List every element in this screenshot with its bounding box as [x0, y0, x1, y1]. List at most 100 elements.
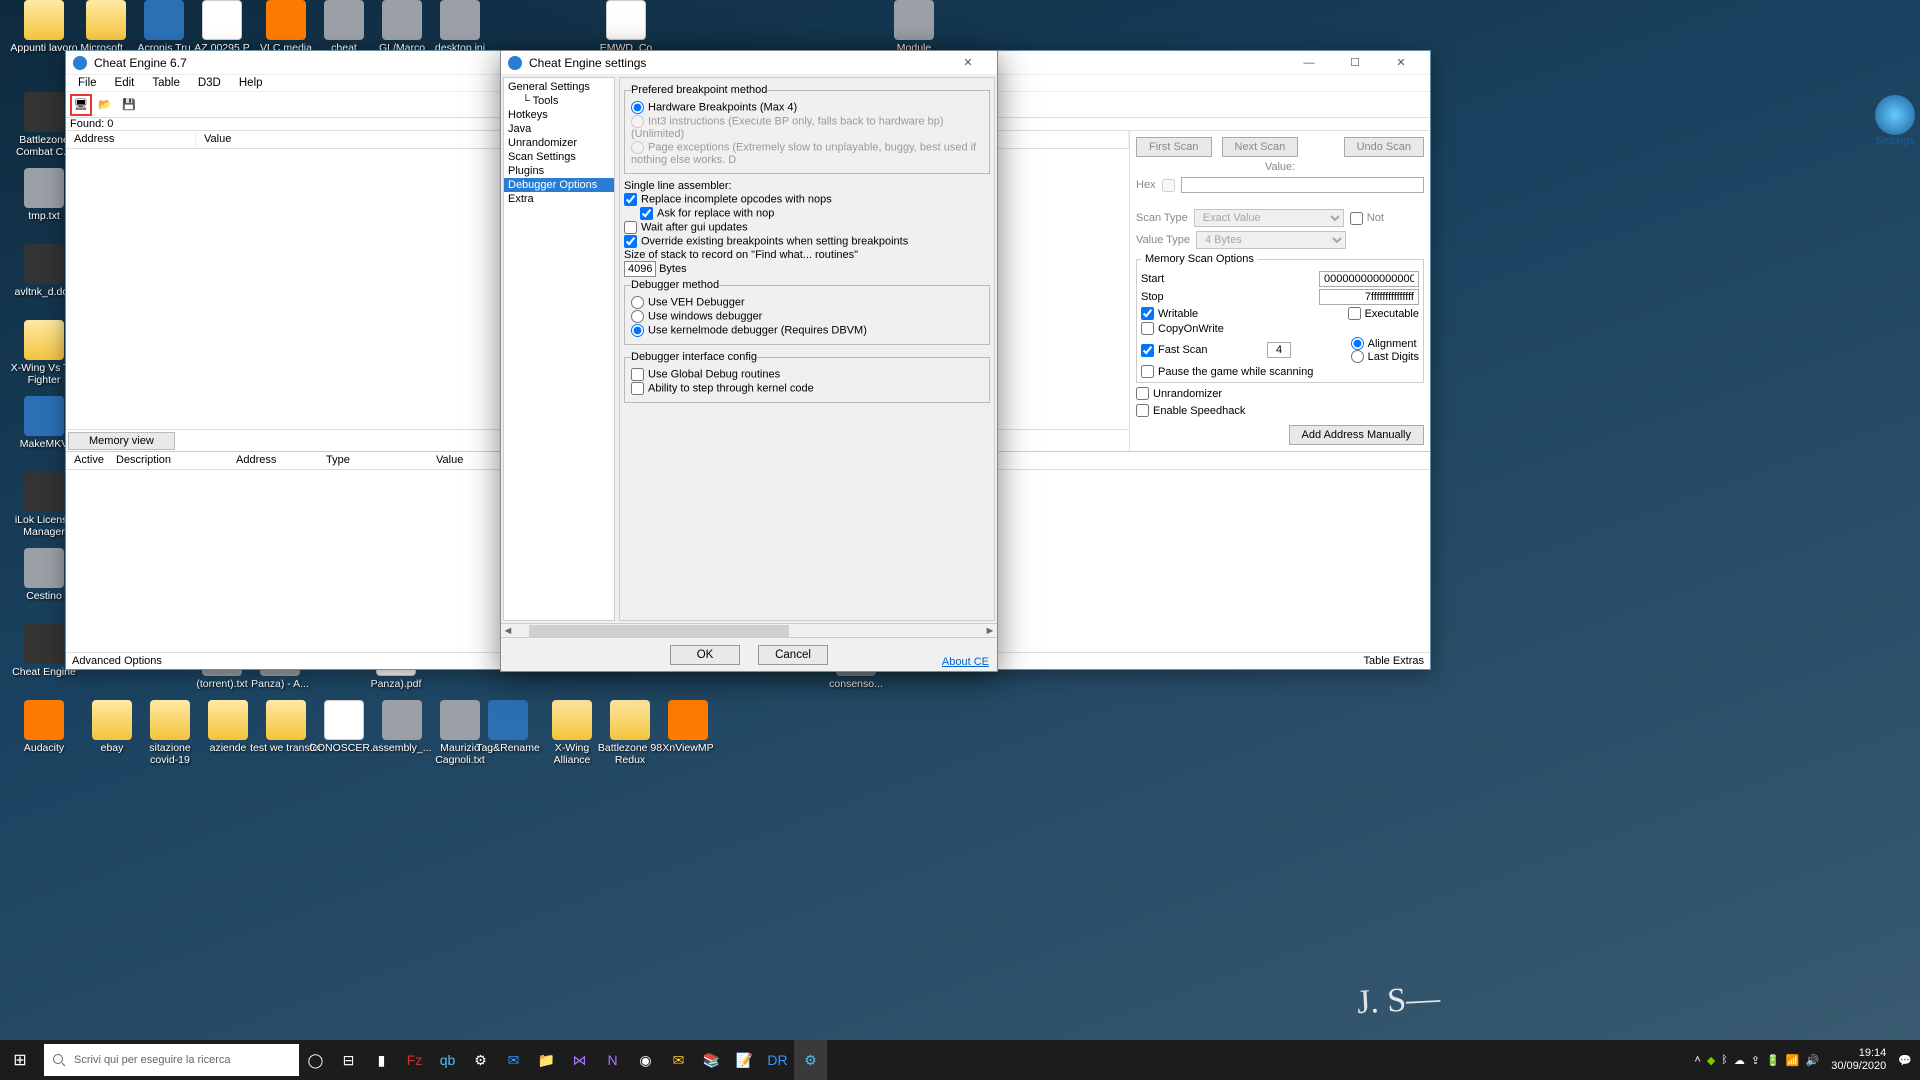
taskbar-clock[interactable]: 19:1430/09/2020	[1825, 1047, 1892, 1073]
fastscan-checkbox[interactable]	[1141, 344, 1154, 357]
col-address[interactable]: Address	[66, 131, 196, 148]
about-link[interactable]: About CE	[942, 656, 989, 668]
speedhack-checkbox[interactable]	[1136, 404, 1149, 417]
tree-unrandomizer[interactable]: Unrandomizer	[504, 136, 614, 150]
advanced-options[interactable]: Advanced Options	[72, 655, 162, 667]
menu-table[interactable]: Table	[144, 75, 188, 91]
scan-type-select[interactable]: Exact Value	[1194, 209, 1344, 227]
tree-general-settings[interactable]: General Settings	[504, 80, 614, 94]
qbittorrent-icon[interactable]: qb	[431, 1040, 464, 1080]
value-type-select[interactable]: 4 Bytes	[1196, 231, 1346, 249]
mail-icon[interactable]: ✉	[497, 1040, 530, 1080]
cortana-icon[interactable]: ◯	[299, 1040, 332, 1080]
kernel-radio[interactable]: Use kernelmode debugger (Requires DBVM)	[631, 324, 983, 337]
desktop-icon[interactable]: Tag&Rename	[472, 700, 544, 754]
tree-scan-settings[interactable]: Scan Settings	[504, 150, 614, 164]
ok-button[interactable]: OK	[670, 645, 740, 665]
tree-java[interactable]: Java	[504, 122, 614, 136]
wait-gui-checkbox[interactable]: Wait after gui updates	[624, 221, 990, 234]
cheatengine-taskbar-icon[interactable]: ⚙	[794, 1040, 827, 1080]
panel-hscrollbar[interactable]: ◄►	[501, 623, 997, 637]
step-kernel-checkbox[interactable]: Ability to step through kernel code	[631, 382, 983, 395]
tray-wifi-icon[interactable]: 📶	[1786, 1054, 1800, 1067]
bp-hw-radio[interactable]: Hardware Breakpoints (Max 4)	[631, 101, 983, 114]
menu-edit[interactable]: Edit	[107, 75, 143, 91]
minimize-button[interactable]: ―	[1286, 51, 1332, 75]
tree-tools[interactable]: └ Tools	[504, 94, 614, 108]
writable-checkbox[interactable]	[1141, 307, 1154, 320]
replace-nops-checkbox[interactable]: Replace incomplete opcodes with nops	[624, 193, 990, 206]
settings-tree[interactable]: General Settings└ ToolsHotkeysJavaUnrand…	[503, 77, 615, 621]
menu-file[interactable]: File	[70, 75, 105, 91]
notepad-icon[interactable]: 📝	[728, 1040, 761, 1080]
start-input[interactable]	[1319, 271, 1419, 287]
stop-input[interactable]	[1319, 289, 1419, 305]
undo-scan-button[interactable]: Undo Scan	[1344, 137, 1424, 157]
desktop-icon[interactable]: XnViewMP	[652, 700, 724, 754]
terminal-icon[interactable]: ▮	[365, 1040, 398, 1080]
tree-extra[interactable]: Extra	[504, 192, 614, 206]
tray-nvidia-icon[interactable]: ◆	[1707, 1054, 1715, 1067]
tray-onedrive-icon[interactable]: ☁	[1734, 1054, 1745, 1067]
sla-label: Single line assembler:	[624, 180, 990, 192]
menu-d3d[interactable]: D3D	[190, 75, 229, 91]
tray-battery-icon[interactable]: 🔋	[1766, 1054, 1780, 1067]
close-button[interactable]: ✕	[1378, 51, 1424, 75]
windbg-radio[interactable]: Use windows debugger	[631, 310, 983, 323]
pause-checkbox[interactable]	[1141, 365, 1154, 378]
settings-close-button[interactable]: ✕	[945, 51, 991, 75]
desktop-icon[interactable]: AZ 00295 P	[186, 0, 258, 54]
tray-bt-icon[interactable]: ᛒ	[1721, 1054, 1728, 1066]
global-debug-checkbox[interactable]: Use Global Debug routines	[631, 368, 983, 381]
desktop-icon[interactable]: Audacity	[8, 700, 80, 754]
memory-view-button[interactable]: Memory view	[68, 432, 175, 450]
onenote-icon[interactable]: N	[596, 1040, 629, 1080]
lastdigits-radio[interactable]	[1351, 350, 1364, 363]
tray-notifications-icon[interactable]: 💬	[1898, 1054, 1912, 1067]
value-input[interactable]	[1181, 177, 1424, 193]
tray-volume-icon[interactable]: 🔊	[1806, 1054, 1820, 1067]
desktop-icon[interactable]: Module	[878, 0, 950, 54]
desktop-icon[interactable]: desktop.ini	[424, 0, 496, 54]
maximize-button[interactable]: ☐	[1332, 51, 1378, 75]
settings-icon[interactable]: ⚙	[464, 1040, 497, 1080]
save-button[interactable]: 💾	[118, 94, 140, 116]
outlook-icon[interactable]: ✉	[662, 1040, 695, 1080]
unrandomizer-checkbox[interactable]	[1136, 387, 1149, 400]
desktop-icon[interactable]: EMWD_Co	[590, 0, 662, 54]
settings-floater[interactable]: Settings	[1875, 95, 1915, 147]
tree-plugins[interactable]: Plugins	[504, 164, 614, 178]
hex-checkbox[interactable]	[1162, 179, 1175, 192]
winrar-icon[interactable]: 📚	[695, 1040, 728, 1080]
first-scan-button[interactable]: First Scan	[1136, 137, 1212, 157]
menu-help[interactable]: Help	[231, 75, 271, 91]
tray-chevron-icon[interactable]: ˄	[1694, 1054, 1700, 1066]
filezilla-icon[interactable]: Fz	[398, 1040, 431, 1080]
table-extras[interactable]: Table Extras	[1363, 655, 1424, 667]
chrome-icon[interactable]: ◉	[629, 1040, 662, 1080]
tree-hotkeys[interactable]: Hotkeys	[504, 108, 614, 122]
tray-usb-icon[interactable]: ⇪	[1751, 1054, 1760, 1067]
ask-nop-checkbox[interactable]: Ask for replace with nop	[624, 207, 990, 220]
cancel-button[interactable]: Cancel	[758, 645, 828, 665]
alignment-radio[interactable]	[1351, 337, 1364, 350]
settings-titlebar[interactable]: Cheat Engine settings ✕	[501, 51, 997, 75]
tree-debugger-options[interactable]: Debugger Options	[504, 178, 614, 192]
taskview-icon[interactable]: ⊟	[332, 1040, 365, 1080]
cow-checkbox[interactable]	[1141, 322, 1154, 335]
veh-radio[interactable]: Use VEH Debugger	[631, 296, 983, 309]
override-bp-checkbox[interactable]: Override existing breakpoints when setti…	[624, 235, 990, 248]
search-box[interactable]: Scrivi qui per eseguire la ricerca	[44, 1044, 299, 1076]
fastscan-value[interactable]	[1267, 342, 1291, 358]
start-button[interactable]: ⊞	[0, 1040, 40, 1080]
vs-icon[interactable]: ⋈	[563, 1040, 596, 1080]
not-checkbox[interactable]	[1350, 212, 1363, 225]
open-process-button[interactable]: 🖥	[70, 94, 92, 116]
open-file-button[interactable]: 📂	[94, 94, 116, 116]
stack-size-input[interactable]	[624, 261, 656, 277]
executable-checkbox[interactable]	[1348, 307, 1361, 320]
next-scan-button[interactable]: Next Scan	[1222, 137, 1299, 157]
add-address-button[interactable]: Add Address Manually	[1289, 425, 1424, 445]
explorer-icon[interactable]: 📁	[530, 1040, 563, 1080]
dr-icon[interactable]: DR	[761, 1040, 794, 1080]
